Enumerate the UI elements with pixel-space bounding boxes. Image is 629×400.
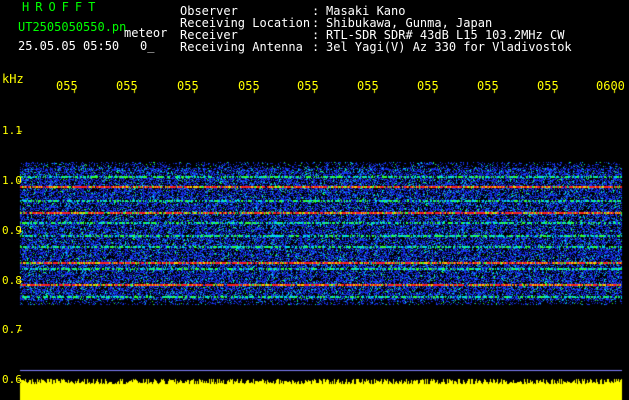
time-tick: 0600 — [596, 79, 625, 93]
freq-tick: 1.0 — [2, 174, 22, 187]
mode-label: meteor — [124, 26, 168, 40]
freq-tick: 0.6 — [2, 373, 22, 386]
time-tick: 055 — [357, 79, 379, 93]
event-count: 0_ — [140, 39, 155, 53]
antenna-label: Receiving Antenna — [180, 40, 303, 54]
antenna-colon: : — [312, 40, 320, 54]
time-tick: 055 — [238, 79, 260, 93]
time-tick: 055 — [297, 79, 319, 93]
freq-tick: 1.1 — [2, 124, 22, 137]
time-tick: 055 — [177, 79, 199, 93]
freq-tick: 0.8 — [2, 274, 22, 287]
time-tick: 055 — [477, 79, 499, 93]
time-tick: 055 — [537, 79, 559, 93]
time-tick: 055 — [417, 79, 439, 93]
freq-tick: 0.9 — [2, 224, 22, 237]
freq-tick: 0.7 — [2, 323, 22, 336]
image-filename: UT2505050550.pn — [18, 20, 127, 34]
antenna-value: 3el Yagi(V) Az 330 for Vladivostok — [326, 40, 572, 54]
time-tick: 055 — [116, 79, 138, 93]
time-tick: 055 — [56, 79, 78, 93]
spectrogram-canvas — [0, 0, 629, 400]
app-title: HROFFT — [22, 0, 102, 14]
timestamp: 25.05.05 05:50 — [18, 39, 120, 53]
frequency-unit-label: kHz — [2, 72, 24, 86]
